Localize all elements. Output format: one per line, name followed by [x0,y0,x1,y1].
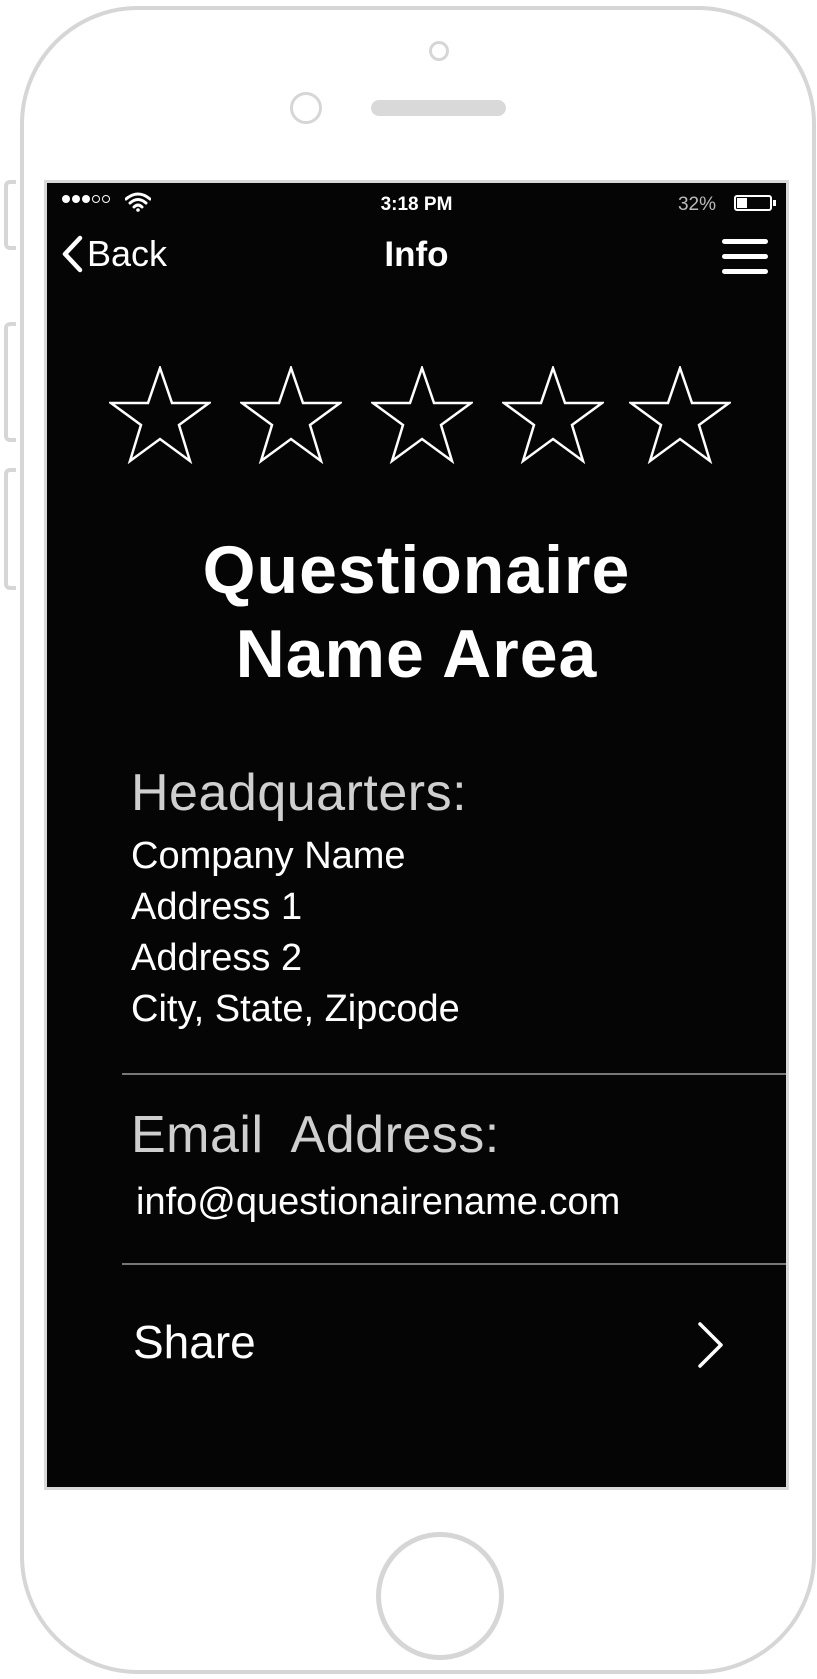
email-link[interactable]: info@questionairename.com [136,1181,620,1224]
share-label: Share [133,1316,256,1368]
star-rating[interactable] [47,366,786,466]
rating-star-2[interactable] [240,366,342,464]
app-screen: 3:18 PM 32% Back Info Questionaire Name … [44,180,789,1490]
rating-star-5[interactable] [629,366,731,464]
earpiece-speaker [371,100,506,116]
page-title: Info [384,235,449,274]
battery-icon [734,195,776,211]
battery-percent: 32% [677,194,716,215]
rating-star-4[interactable] [502,366,604,464]
questionnaire-name-line1: Questionaire [202,532,631,608]
volume-down-button [4,468,16,590]
headquarters-address: Company Name Address 1 Address 2 City, S… [131,831,460,1035]
proximity-sensor [429,41,449,61]
divider [122,1263,786,1265]
divider [122,1073,786,1075]
hamburger-menu-icon[interactable] [722,239,768,284]
volume-up-button [4,322,16,442]
city-state-zip: City, State, Zipcode [131,988,460,1030]
share-row[interactable]: Share [47,1273,786,1403]
rating-star-3[interactable] [371,366,473,464]
email-label: Email Address: [131,1106,500,1164]
questionnaire-name: Questionaire Name Area [47,528,786,696]
rating-star-1[interactable] [109,366,211,464]
navigation-bar: Back Info [47,223,786,283]
headquarters-label: Headquarters: [131,764,468,822]
front-camera [290,92,322,124]
questionnaire-name-line2: Name Area [235,616,598,692]
status-bar: 3:18 PM 32% [47,183,786,223]
address-line-2: Address 2 [131,937,303,979]
address-line-1: Address 1 [131,886,303,928]
chevron-right-icon [698,1322,723,1368]
mute-switch [4,180,16,250]
status-time: 3:18 PM [380,194,453,215]
home-button[interactable] [376,1532,504,1660]
company-name: Company Name [131,835,406,877]
